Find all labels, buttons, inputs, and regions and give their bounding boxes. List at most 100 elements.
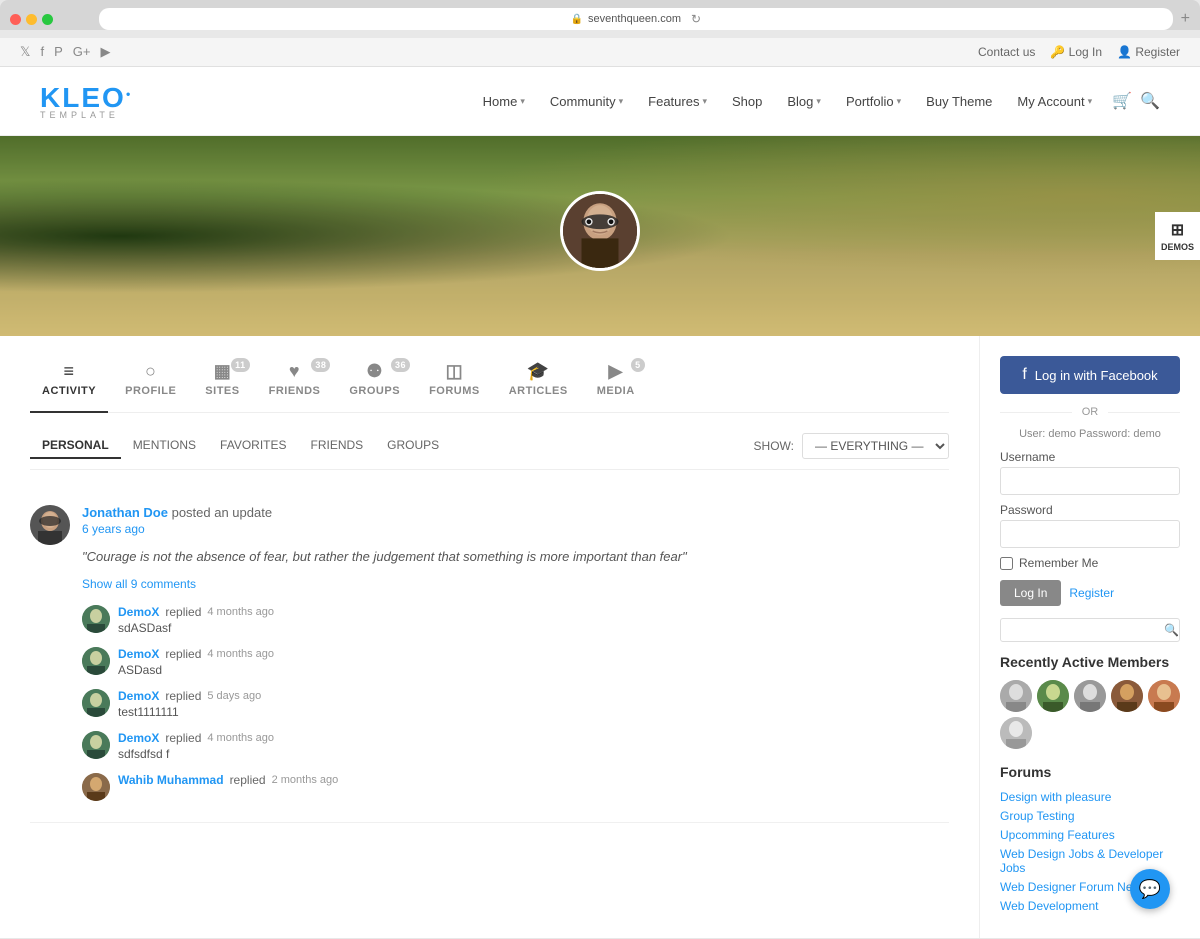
top-bar-right: Contact us 🔑 Log In 👤 Register [978, 45, 1180, 59]
comment-text-4: sdfsdfsd f [118, 747, 949, 761]
nav-blog[interactable]: Blog ▾ [777, 88, 831, 115]
nav-buy-theme[interactable]: Buy Theme [916, 88, 1002, 115]
nav-community[interactable]: Community ▾ [540, 88, 633, 115]
browser-chrome: 🔒 seventhqueen.com ↻ + [0, 0, 1200, 30]
filter-personal[interactable]: PERSONAL [30, 433, 121, 459]
chat-button[interactable]: 💬 [1130, 869, 1170, 909]
comment-author-3[interactable]: DemoX [118, 689, 159, 703]
tab-forums[interactable]: ◫ FORUMS [417, 356, 492, 402]
logo-text: KLE [40, 82, 102, 113]
or-text: OR [1082, 406, 1099, 418]
comment-body-3: DemoX replied 5 days ago test1111111 [118, 689, 949, 719]
nav-icons: 🛒 🔍 [1112, 91, 1160, 111]
member-avatar-6[interactable] [1000, 717, 1032, 749]
youtube-icon[interactable]: ▶ [101, 44, 111, 60]
comment-author-1[interactable]: DemoX [118, 605, 159, 619]
password-input[interactable] [1000, 520, 1180, 548]
register-link[interactable]: Register [1069, 586, 1114, 600]
tab-media[interactable]: 5 ▶ MEDIA [585, 356, 647, 402]
filter-mentions[interactable]: MENTIONS [121, 433, 208, 459]
demos-badge[interactable]: ⊞ DEMOS [1155, 212, 1200, 260]
site-header: KLEO● TEMPLATE Home ▾ Community ▾ Featur… [0, 67, 1200, 136]
comment-avatar-5[interactable] [82, 773, 110, 801]
community-arrow: ▾ [619, 96, 624, 107]
member-avatar-5[interactable] [1148, 680, 1180, 712]
comment-avatar-3[interactable] [82, 689, 110, 717]
comment-author-4[interactable]: DemoX [118, 731, 159, 745]
pinterest-icon[interactable]: P [54, 44, 63, 60]
tab-forums-label: FORUMS [429, 385, 480, 397]
member-avatar-2[interactable] [1037, 680, 1069, 712]
minimize-dot[interactable] [26, 14, 37, 25]
comment-item-4: DemoX replied 4 months ago sdfsdfsd f [82, 725, 949, 767]
google-plus-icon[interactable]: G+ [73, 44, 91, 60]
comment-time-1: 4 months ago [207, 606, 274, 618]
or-divider: OR [1000, 406, 1180, 418]
show-all-comments[interactable]: Show all 9 comments [82, 577, 949, 591]
contact-link[interactable]: Contact us [978, 45, 1035, 59]
content-area: ≡ ACTIVITY ○ PROFILE 11 ▦ SITES 38 ♥ FRI… [0, 336, 1200, 938]
filter-favorites[interactable]: FAVORITES [208, 433, 298, 459]
user-avatar[interactable]: ✎ [560, 191, 640, 271]
filter-friends[interactable]: FRIENDS [299, 433, 376, 459]
tab-profile[interactable]: ○ PROFILE [113, 356, 188, 402]
twitter-icon[interactable]: 𝕏 [20, 44, 30, 60]
forum-link-2[interactable]: Group Testing [1000, 809, 1180, 823]
post-time[interactable]: 6 years ago [82, 522, 949, 536]
nav-portfolio[interactable]: Portfolio ▾ [836, 88, 911, 115]
member-avatar-1[interactable] [1000, 680, 1032, 712]
profile-nav: ≡ ACTIVITY ○ PROFILE 11 ▦ SITES 38 ♥ FRI… [30, 356, 949, 413]
tab-activity[interactable]: ≡ ACTIVITY [30, 356, 108, 402]
comment-time-4: 4 months ago [207, 732, 274, 744]
comment-body-1: DemoX replied 4 months ago sdASDasf [118, 605, 949, 635]
login-row: Log In Register [1000, 580, 1180, 606]
lock-icon: 🔒 [571, 14, 583, 25]
password-label: Password [1000, 503, 1180, 517]
comment-avatar-1[interactable] [82, 605, 110, 633]
forum-link-3[interactable]: Upcomming Features [1000, 828, 1180, 842]
browser-dots [10, 14, 53, 25]
post-author-name[interactable]: Jonathan Doe [82, 505, 168, 520]
search-icon-widget[interactable]: 🔍 [1164, 623, 1179, 637]
member-avatar-4[interactable] [1111, 680, 1143, 712]
nav-features[interactable]: Features ▾ [638, 88, 717, 115]
search-input[interactable] [1009, 623, 1164, 637]
member-avatar-3[interactable] [1074, 680, 1106, 712]
facebook-login-button[interactable]: f Log in with Facebook [1000, 356, 1180, 394]
logo[interactable]: KLEO● TEMPLATE [40, 82, 133, 120]
filter-groups[interactable]: GROUPS [375, 433, 451, 459]
comment-avatar-4[interactable] [82, 731, 110, 759]
comment-header-4: DemoX replied 4 months ago [118, 731, 949, 745]
username-input[interactable] [1000, 467, 1180, 495]
comment-time-3: 5 days ago [207, 690, 261, 702]
nav-shop[interactable]: Shop [722, 88, 772, 115]
tab-profile-label: PROFILE [125, 385, 176, 397]
new-tab-button[interactable]: + [1181, 10, 1190, 28]
tab-sites[interactable]: 11 ▦ SITES [193, 356, 251, 402]
tab-groups[interactable]: 36 ⚉ GROUPS [337, 356, 412, 402]
tab-friends[interactable]: 38 ♥ FRIENDS [257, 356, 333, 402]
maximize-dot[interactable] [42, 14, 53, 25]
comment-avatar-2[interactable] [82, 647, 110, 675]
url-bar[interactable]: 🔒 seventhqueen.com ↻ [99, 8, 1173, 30]
close-dot[interactable] [10, 14, 21, 25]
refresh-icon[interactable]: ↻ [691, 12, 701, 26]
forum-link-1[interactable]: Design with pleasure [1000, 790, 1180, 804]
post-author-avatar[interactable] [30, 505, 70, 545]
login-link[interactable]: 🔑 Log In [1050, 45, 1102, 59]
show-select[interactable]: — EVERYTHING — Updates Activity Updates … [802, 433, 949, 459]
login-button[interactable]: Log In [1000, 580, 1061, 606]
nav-home[interactable]: Home ▾ [473, 88, 535, 115]
search-icon[interactable]: 🔍 [1140, 91, 1160, 111]
comment-author-2[interactable]: DemoX [118, 647, 159, 661]
facebook-icon[interactable]: f [40, 44, 44, 60]
remember-me-checkbox[interactable] [1000, 557, 1013, 570]
register-link-top[interactable]: 👤 Register [1117, 45, 1180, 59]
post-header: Jonathan Doe posted an update 6 years ag… [82, 505, 949, 536]
nav-my-account[interactable]: My Account ▾ [1007, 88, 1102, 115]
tab-articles[interactable]: 🎓 ARTICLES [497, 356, 580, 402]
tab-activity-label: ACTIVITY [42, 385, 96, 397]
cart-icon[interactable]: 🛒 [1112, 91, 1132, 111]
comment-author-5[interactable]: Wahib Muhammad [118, 773, 224, 787]
password-group: Password [1000, 503, 1180, 548]
